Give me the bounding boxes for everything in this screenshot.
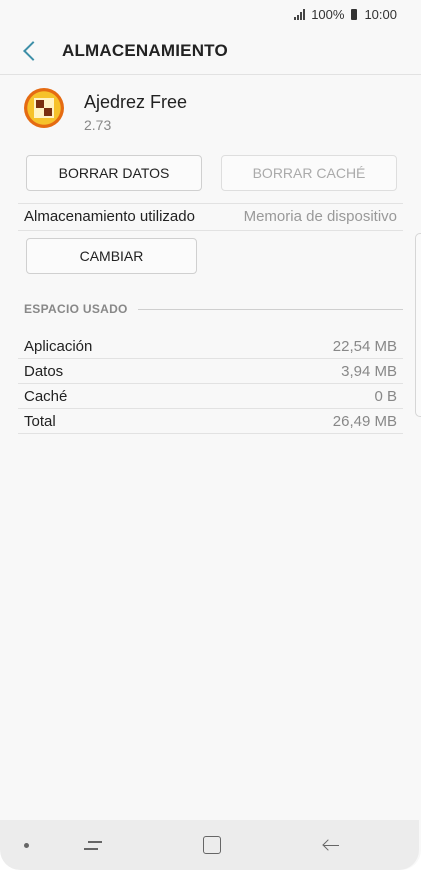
recent-apps-icon[interactable] (84, 838, 102, 852)
app-version: 2.73 (84, 117, 112, 133)
chess-app-icon (24, 88, 64, 128)
usage-value: 26,49 MB (332, 412, 397, 430)
usage-row-total: Total 26,49 MB (18, 409, 403, 434)
change-storage-button[interactable]: CAMBIAR (26, 238, 197, 274)
back-arrow-icon[interactable] (23, 41, 43, 61)
usage-label: Caché (24, 387, 68, 405)
header: ALMACENAMIENTO (0, 28, 421, 75)
usage-label: Total (24, 412, 56, 430)
page-title: ALMACENAMIENTO (62, 41, 228, 60)
usage-row-app: Aplicación 22,54 MB (18, 334, 403, 359)
home-icon[interactable] (203, 836, 221, 854)
battery-icon (351, 8, 358, 20)
storage-location-row: Almacenamiento utilizado Memoria de disp… (24, 208, 397, 225)
status-bar: 100% 10:00 (0, 0, 421, 28)
edge-panel-handle[interactable] (415, 233, 421, 417)
app-name: Ajedrez Free (84, 92, 188, 112)
usage-value: 3,94 MB (341, 362, 397, 380)
section-label: ESPACIO USADO (24, 302, 128, 316)
usage-row-cache: Caché 0 B (18, 384, 403, 409)
clock: 10:00 (364, 6, 397, 22)
storage-location-label: Almacenamiento utilizado (24, 208, 195, 225)
clear-cache-button[interactable]: BORRAR CACHÉ (221, 155, 397, 191)
divider (18, 203, 403, 204)
nav-dot-icon[interactable] (24, 843, 29, 848)
usage-list: Aplicación 22,54 MB Datos 3,94 MB Caché … (18, 334, 403, 434)
usage-label: Datos (24, 362, 64, 380)
storage-location-value: Memoria de dispositivo (243, 208, 397, 225)
app-info: Ajedrez Free 2.73 (24, 88, 187, 133)
back-icon[interactable] (322, 836, 340, 854)
usage-value: 22,54 MB (332, 337, 397, 355)
section-divider (137, 308, 403, 310)
usage-value: 0 B (374, 387, 397, 405)
section-header: ESPACIO USADO (24, 302, 403, 316)
usage-row-data: Datos 3,94 MB (18, 359, 403, 384)
usage-label: Aplicación (24, 337, 93, 355)
navigation-bar (0, 820, 419, 870)
divider (18, 230, 403, 231)
clear-data-button[interactable]: BORRAR DATOS (26, 155, 202, 191)
screen: 100% 10:00 ALMACENAMIENTO Ajedrez Free 2… (0, 0, 421, 870)
battery-percent: 100% (311, 6, 345, 22)
signal-icon (294, 8, 306, 20)
